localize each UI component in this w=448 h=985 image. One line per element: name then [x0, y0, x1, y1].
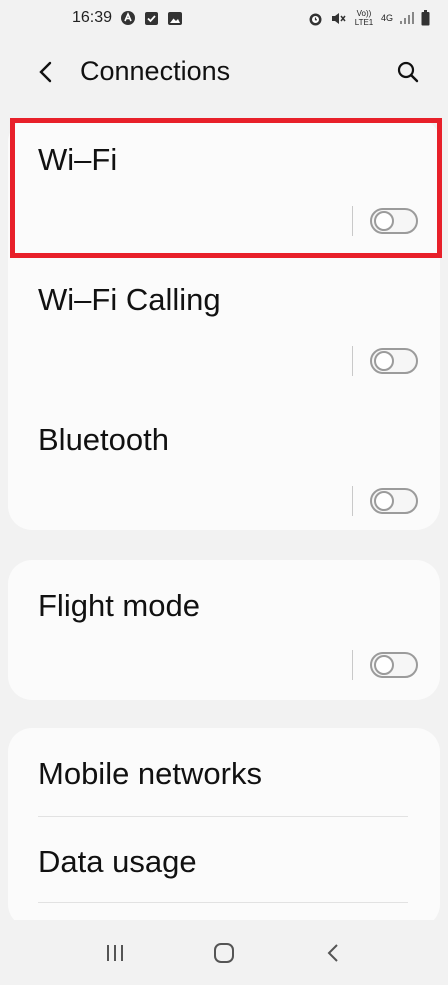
flight-mode-card: Flight mode — [8, 560, 440, 700]
home-icon — [213, 942, 234, 963]
battery-icon — [421, 10, 430, 26]
bluetooth-divider — [352, 486, 353, 516]
app-header: Connections — [0, 44, 448, 100]
network-card: Mobile networks Data usage — [8, 728, 440, 928]
check-notification-icon — [144, 11, 159, 26]
flight-mode-row[interactable]: Flight mode — [8, 560, 440, 700]
flight-mode-label: Flight mode — [38, 588, 200, 623]
flight-mode-toggle[interactable] — [370, 652, 418, 678]
chevron-left-icon — [39, 61, 52, 83]
signal-icon — [399, 11, 415, 25]
recent-apps-icon — [106, 944, 123, 961]
data-usage-row[interactable]: Data usage — [8, 816, 440, 906]
wifi-toggle[interactable] — [370, 208, 418, 234]
flight-mode-toggle-knob — [374, 655, 394, 675]
flight-mode-divider — [352, 650, 353, 680]
recent-apps-button[interactable] — [90, 933, 140, 973]
wifi-calling-toggle[interactable] — [370, 348, 418, 374]
wifi-row[interactable]: Wi–Fi — [8, 118, 440, 258]
gallery-icon — [167, 11, 183, 26]
back-nav-icon — [327, 943, 339, 962]
network-type-label: 4G — [380, 13, 393, 23]
volte-label: Vo)) LTE1 — [354, 9, 374, 27]
bluetooth-toggle-knob — [374, 491, 394, 511]
status-left: 16:39 — [72, 9, 183, 27]
mobile-networks-label: Mobile networks — [38, 756, 262, 791]
wifi-calling-row[interactable]: Wi–Fi Calling — [8, 258, 440, 398]
mute-icon — [330, 10, 347, 27]
connections-card-primary: Wi–Fi Wi–Fi Calling Bluetooth — [8, 118, 440, 530]
alarm-icon — [307, 10, 324, 27]
wifi-toggle-knob — [374, 211, 394, 231]
bluetooth-label: Bluetooth — [38, 422, 169, 457]
status-time: 16:39 — [72, 9, 113, 26]
autoupdate-icon — [120, 10, 136, 26]
wifi-calling-label: Wi–Fi Calling — [38, 282, 221, 317]
wifi-calling-toggle-knob — [374, 351, 394, 371]
mobile-networks-row[interactable]: Mobile networks — [8, 728, 440, 816]
data-usage-label: Data usage — [38, 844, 197, 879]
search-button[interactable] — [390, 54, 426, 90]
search-icon — [397, 61, 419, 83]
wifi-label: Wi–Fi — [38, 142, 118, 177]
wifi-divider — [352, 206, 353, 236]
back-nav-button[interactable] — [308, 933, 358, 973]
wifi-calling-divider — [352, 346, 353, 376]
page-title: Connections — [80, 56, 231, 86]
system-nav-bar — [0, 920, 448, 985]
bluetooth-row[interactable]: Bluetooth — [8, 398, 440, 530]
status-right: Vo)) LTE1 4G — [307, 9, 430, 27]
back-button[interactable] — [28, 54, 64, 90]
home-button[interactable] — [199, 933, 249, 973]
row-separator-bottom — [38, 902, 408, 903]
bluetooth-toggle[interactable] — [370, 488, 418, 514]
status-bar: 16:39 Vo)) LTE1 4G — [0, 0, 448, 36]
